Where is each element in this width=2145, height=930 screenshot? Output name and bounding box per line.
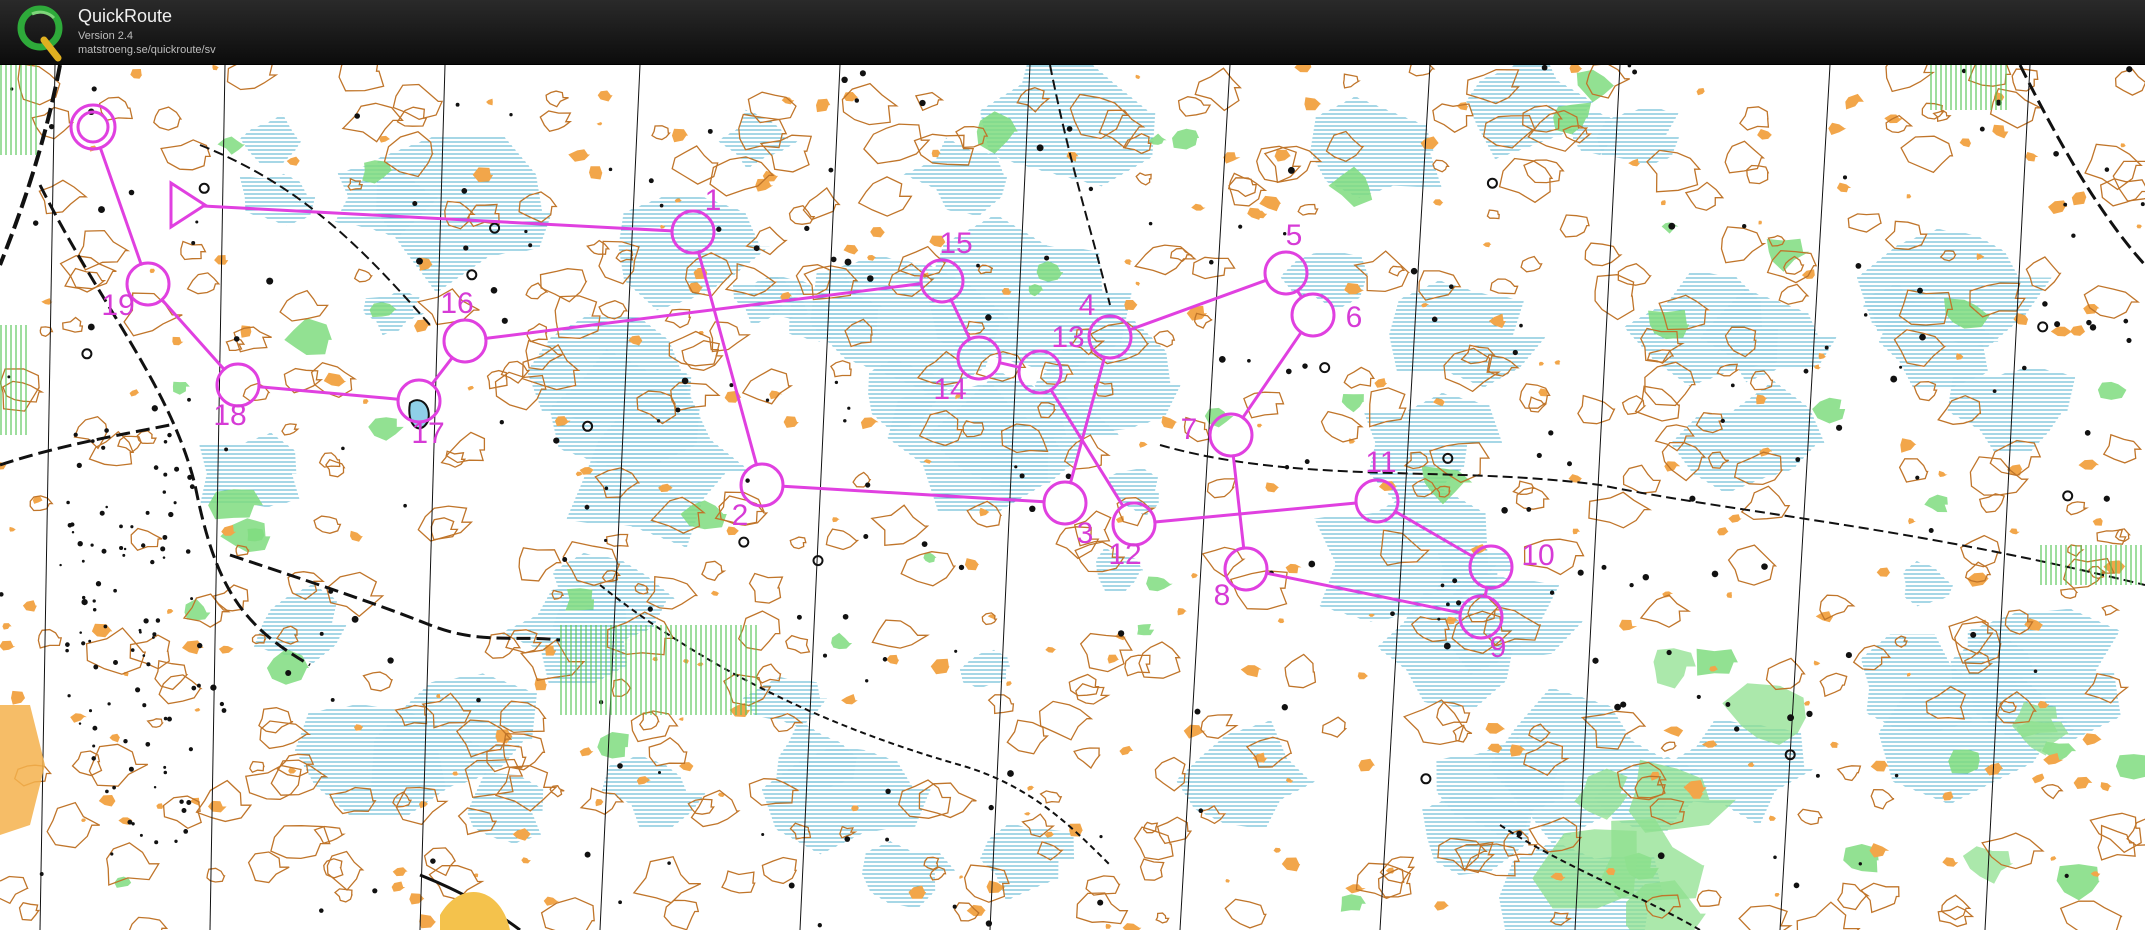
- control-circle[interactable]: [1290, 292, 1336, 338]
- control-number: 14: [933, 373, 966, 406]
- course-leg: [1231, 454, 1246, 550]
- app-title: QuickRoute: [78, 6, 173, 26]
- control-number: 15: [939, 227, 972, 260]
- control-number: 19: [101, 289, 134, 322]
- control-number: 13: [1051, 321, 1084, 354]
- control-number: 2: [732, 499, 749, 532]
- rock-features: [0, 65, 2143, 930]
- course-legs: [98, 146, 1489, 615]
- control-number: 3: [1077, 517, 1094, 550]
- orienteering-map[interactable]: 1 2 3 4 5 6 7 8 9 10 11 12 13 14 15 16 17 18 19: [0, 65, 2145, 930]
- control-number: 4: [1079, 289, 1096, 322]
- map-canvas[interactable]: 12345678910111213141516171819: [0, 65, 2145, 930]
- boulder-dots: [0, 65, 2145, 928]
- contour-lines: [0, 65, 2145, 930]
- course-leg: [430, 356, 454, 386]
- control-number: 8: [1214, 579, 1231, 612]
- paths-and-tracks: [0, 65, 2145, 930]
- course-leg: [1128, 278, 1268, 332]
- control-number: 17: [411, 417, 444, 450]
- control-number: 18: [213, 399, 246, 432]
- control-number: 1: [705, 184, 722, 217]
- quickroute-logo-icon: [17, 5, 63, 62]
- app-version: Version 2.4: [78, 30, 134, 42]
- course-leg: [160, 298, 226, 371]
- control-number: 16: [440, 287, 473, 320]
- control-number: 10: [1521, 539, 1554, 572]
- course-leg: [1241, 330, 1303, 420]
- control-number: 5: [1286, 219, 1303, 252]
- app-url: matstroeng.se/quickroute/sv: [78, 44, 216, 56]
- control-number: 12: [1108, 538, 1141, 571]
- app-header: QuickRoute Version 2.4 matstroeng.se/qui…: [0, 0, 2145, 65]
- control-number: 11: [1365, 446, 1396, 479]
- control-number: 9: [1490, 631, 1507, 664]
- control-number: 6: [1346, 301, 1363, 334]
- course-leg: [257, 385, 400, 401]
- marsh-areas: [198, 65, 2121, 930]
- control-circle[interactable]: [1208, 412, 1254, 458]
- control-circle[interactable]: [442, 318, 488, 364]
- finish-inner-circle: [76, 110, 110, 144]
- control-number: 7: [1181, 413, 1198, 446]
